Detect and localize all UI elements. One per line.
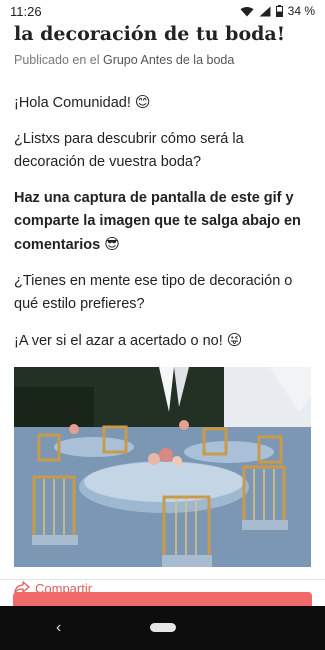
sunglasses-emoji-icon: 😎 (104, 235, 120, 253)
paragraph-question: ¿Listxs para descubrir cómo será la deco… (14, 128, 311, 174)
paragraph-text: ¿Tienes en mente ese tipo de decoración … (14, 273, 293, 312)
group-link[interactable]: Grupo Antes de la boda (103, 53, 234, 67)
wifi-icon (240, 6, 254, 17)
paragraph-closing: ¡A ver si el azar a acertado o no! 😜 (14, 329, 311, 353)
paragraph-instructions: Haz una captura de pantalla de este gif … (14, 187, 311, 257)
status-bar: 11:26 34 % (0, 0, 325, 22)
battery-percent: 34 % (287, 4, 315, 18)
wink-tongue-emoji-icon: 😜 (226, 331, 243, 349)
status-time: 11:26 (10, 3, 42, 19)
section-divider (0, 579, 325, 580)
system-nav-bar: ‹ (0, 606, 325, 650)
paragraph-text: ¡Hola Comunidad! (14, 95, 131, 111)
wedding-tables-illustration (14, 367, 311, 567)
meta-prefix: Publicado en el (14, 53, 100, 67)
home-pill-icon[interactable] (150, 623, 176, 632)
post-title: la decoración de tu boda! (14, 23, 286, 45)
paragraph-greeting: ¡Hola Comunidad! 😊 (14, 91, 311, 115)
paragraph-text: ¡A ver si el azar a acertado o no! (14, 333, 223, 349)
paragraph-text: ¿Listxs para descubrir cómo será la deco… (14, 131, 244, 170)
back-icon[interactable]: ‹ (56, 619, 61, 637)
status-icons: 34 % (240, 4, 315, 18)
signal-icon (259, 6, 271, 17)
smile-emoji-icon: 😊 (134, 93, 151, 111)
battery-icon (275, 5, 283, 17)
post-content: la decoración de tu boda! Publicado en e… (0, 22, 325, 596)
wedding-decoration-photo[interactable] (14, 367, 311, 567)
paragraph-text: Haz una captura de pantalla de este gif … (14, 190, 301, 253)
paragraph-style-question: ¿Tienes en mente ese tipo de decoración … (14, 270, 311, 316)
post-meta: Publicado en el Grupo Antes de la boda (14, 53, 311, 67)
